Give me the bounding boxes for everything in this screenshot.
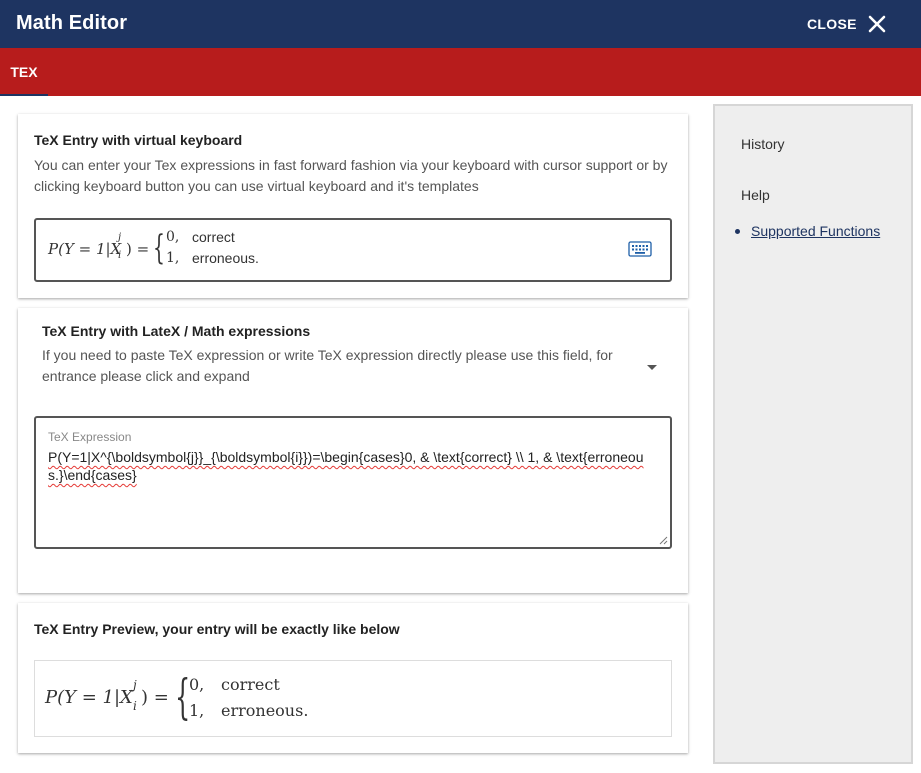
sidebar: History Help Supported Functions <box>713 104 913 764</box>
preview-formula-subscript: i <box>133 699 137 713</box>
preview-case-value-1: 0, <box>189 675 205 694</box>
preview-case-value-2: 1, <box>189 701 205 720</box>
title-bar: Math Editor CLOSE <box>0 0 921 48</box>
preview-case-label-1: correct <box>221 675 280 694</box>
formula-subscript: i <box>118 250 122 261</box>
tex-expression-value[interactable]: P(Y=1|X^{\boldsymbol{j}}_{\boldsymbol{i}… <box>48 448 658 484</box>
expand-chevron-icon[interactable] <box>646 364 658 372</box>
list-bullet <box>735 229 740 234</box>
window-title: Math Editor <box>16 12 128 34</box>
preview-formula-rhs: ) = <box>141 687 169 708</box>
virtual-keyboard-card: TeX Entry with virtual keyboard You can … <box>18 114 688 298</box>
active-tab-indicator <box>0 94 48 96</box>
keyboard-icon[interactable] <box>628 240 652 258</box>
resize-handle-icon[interactable] <box>658 535 668 545</box>
supported-functions-link[interactable]: Supported Functions <box>751 223 880 239</box>
preview-left-brace: { <box>175 669 191 725</box>
virtual-keyboard-description: You can enter your Tex expressions in fa… <box>34 157 668 194</box>
latex-entry-card: TeX Entry with LateX / Math expressions … <box>18 308 688 593</box>
latex-entry-description: If you need to paste TeX expression or w… <box>42 347 613 384</box>
left-brace: { <box>153 228 165 268</box>
formula-superscript: j <box>118 232 122 243</box>
preview-case-label-2: erroneous. <box>221 701 309 720</box>
tex-expression-textarea[interactable]: TeX Expression P(Y=1|X^{\boldsymbol{j}}_… <box>34 416 672 549</box>
tab-bar: TEX <box>0 48 921 96</box>
case-value-1: 0, <box>166 229 180 245</box>
formula-lhs: P(Y = 1|X <box>48 240 122 258</box>
case-value-2: 1, <box>166 250 180 266</box>
latex-entry-title: TeX Entry with LateX / Math expressions <box>42 323 311 339</box>
tab-tex[interactable]: TEX <box>0 48 48 96</box>
formula-rhs: ) = <box>126 240 150 258</box>
preview-formula-superscript: j <box>133 678 137 692</box>
preview-title: TeX Entry Preview, your entry will be ex… <box>34 621 400 637</box>
close-icon[interactable] <box>866 13 888 35</box>
close-button[interactable]: CLOSE <box>807 16 857 32</box>
sidebar-item-help[interactable]: Help <box>741 187 770 203</box>
case-label-1: correct <box>192 229 235 245</box>
sidebar-item-history[interactable]: History <box>741 136 785 152</box>
preview-card: TeX Entry Preview, your entry will be ex… <box>18 603 688 753</box>
preview-formula-lhs: P(Y = 1|X <box>45 687 133 708</box>
case-label-2: erroneous. <box>192 250 259 266</box>
tex-expression-label: TeX Expression <box>48 430 132 444</box>
virtual-keyboard-title: TeX Entry with virtual keyboard <box>34 132 243 148</box>
preview-box: P(Y = 1|X j i ) = { 0, correct 1, errone… <box>34 660 672 737</box>
math-input-field[interactable]: P(Y = 1|X j i ) = { 0, correct 1, errone… <box>34 218 672 282</box>
